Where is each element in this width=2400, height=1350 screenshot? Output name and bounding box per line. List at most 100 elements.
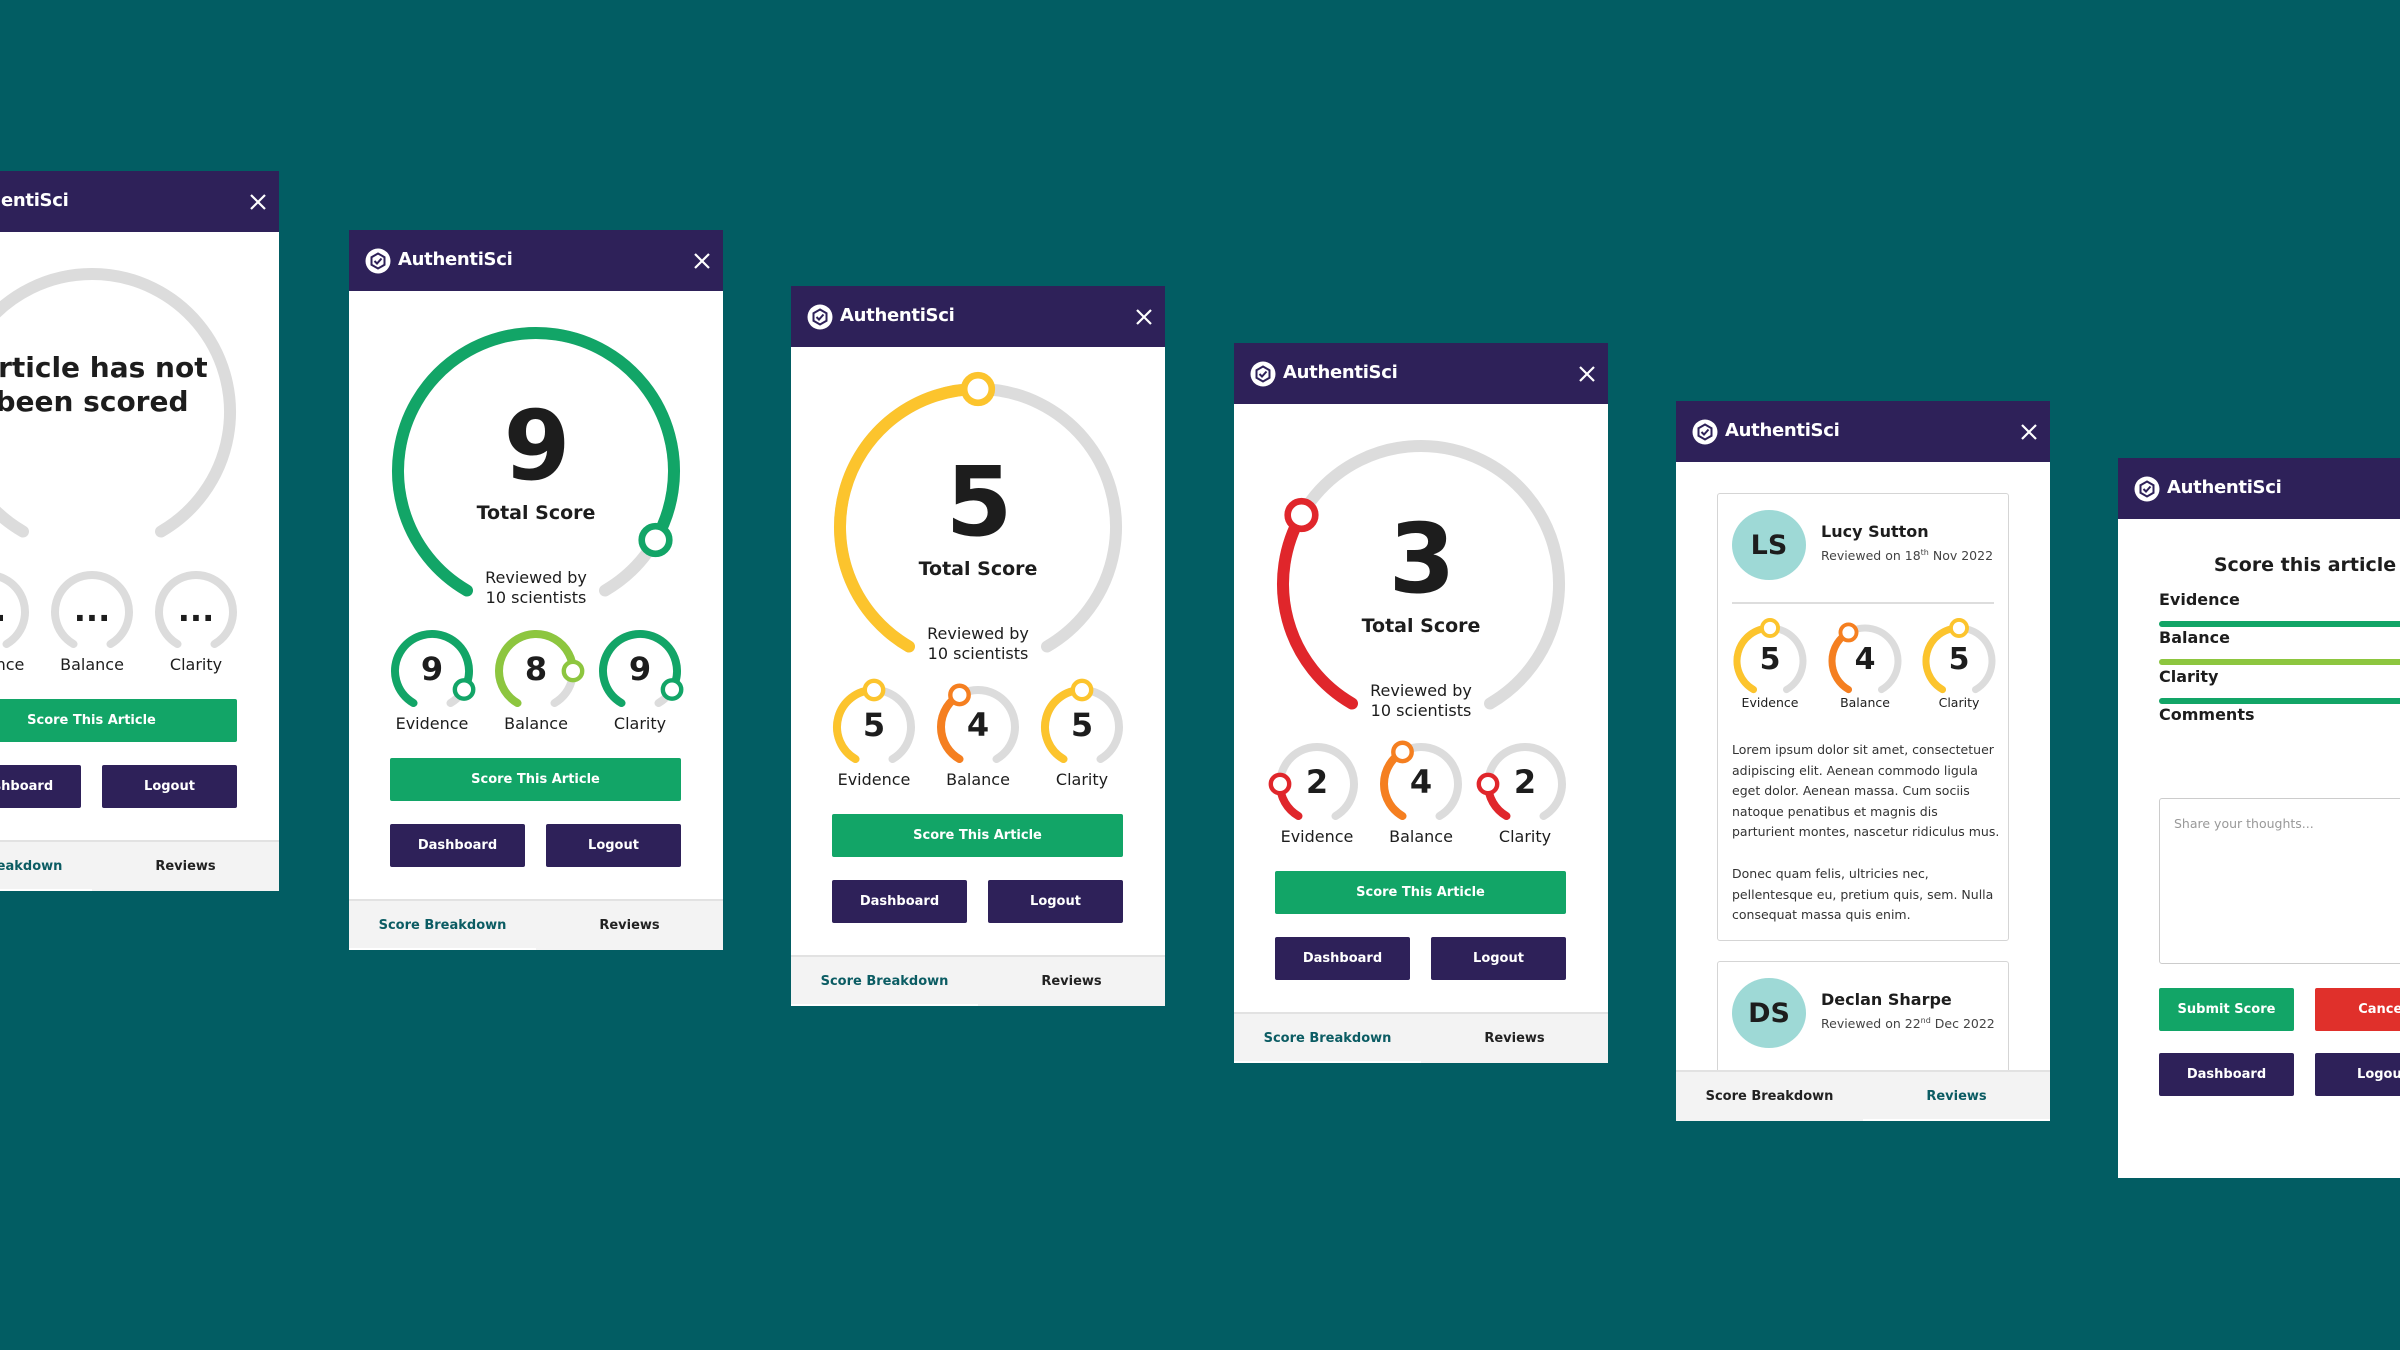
avatar: DS (1732, 978, 1806, 1048)
logout-button[interactable]: Logout (988, 880, 1123, 923)
dashboard-button[interactable]: Dashboard (0, 765, 81, 808)
close-icon[interactable] (1576, 363, 1598, 385)
criterion-score: ... (73, 591, 111, 630)
review-comment: Lorem ipsum dolor sit amet, consectetuer… (1732, 742, 2000, 839)
criterion-label: Balance (1389, 827, 1453, 846)
cancel-button[interactable]: Cancel (2315, 988, 2400, 1031)
logout-button[interactable]: Logout (2315, 1053, 2400, 1096)
unscored-message: Article has not (0, 351, 208, 384)
tab-reviews[interactable]: Reviews (978, 957, 1165, 1006)
gauge-knob (1070, 678, 1094, 702)
footer-tabs: Score BreakdownReviews (791, 955, 1165, 1006)
criterion-label: Evidence (1741, 695, 1799, 710)
gauge-knob (660, 678, 684, 701)
criterion-score: 4 (1854, 641, 1876, 677)
criterion-score: 4 (1409, 763, 1433, 802)
criterion-label: Evidence (395, 714, 469, 733)
score-article-button[interactable]: Score This Article (390, 758, 681, 801)
close-icon[interactable] (247, 191, 269, 213)
total-score-label: Total Score (1361, 615, 1481, 637)
form-title: Score this article (2213, 554, 2397, 576)
hexagon-check-icon (1250, 361, 1276, 387)
total-score-value: 5 (945, 446, 1013, 558)
review-divider (1732, 602, 1994, 604)
active-tab-indicator (791, 1004, 978, 1006)
close-icon[interactable] (2018, 421, 2040, 443)
criterion-score: ... (0, 594, 6, 626)
hexagon-check-icon (807, 304, 833, 330)
app-name: AuthentiSci (1283, 362, 1398, 383)
comments-placeholder: Share your thoughts... (2174, 816, 2314, 831)
criterion-score: 5 (1070, 706, 1094, 745)
slider-fill (2159, 698, 2400, 704)
criterion-label: Clarity (1498, 827, 1552, 846)
criterion-label: Clarity (613, 714, 667, 733)
gauge-knob (948, 683, 971, 707)
submit-score-button[interactable]: Submit Score (2159, 988, 2294, 1031)
criterion-label: Evidence (837, 770, 911, 789)
panel-score: AuthentiSci 3 Total Score Reviewed by 10 sci… (1234, 343, 1608, 1063)
score-article-button[interactable]: Score This Article (1275, 871, 1566, 914)
panel-header: AuthentiSci (791, 286, 1165, 347)
score-article-button[interactable]: Score This Article (832, 814, 1123, 857)
gauge-knob (452, 678, 476, 701)
criterion-label: Evidence (0, 655, 25, 674)
close-icon[interactable] (691, 250, 713, 272)
panel-reviews: AuthentiSci LS Lucy Sutton Reviewed on 18th… (1676, 401, 2050, 1121)
tab-score-breakdown[interactable]: Score Breakdown (349, 901, 536, 950)
total-score-value: 9 (503, 390, 571, 502)
footer-tabs: Score BreakdownReviews (1676, 1070, 2050, 1121)
criterion-label: Balance (60, 655, 124, 674)
criterion-label: Balance (946, 770, 1010, 789)
close-icon[interactable] (1133, 306, 1155, 328)
dashboard-button[interactable]: Dashboard (1275, 937, 1410, 980)
panel-header: AuthentiSci (0, 171, 279, 232)
tab-reviews[interactable]: Reviews (1863, 1072, 2050, 1121)
panel-form: AuthentiSci Score this article Evidence Bal… (2118, 458, 2400, 1178)
logout-button[interactable]: Logout (546, 824, 681, 867)
criterion-score: 9 (420, 650, 444, 689)
tab-reviews[interactable]: Reviews (1421, 1014, 1608, 1063)
criterion-score: 5 (1759, 641, 1781, 677)
reviewer-count: 10 scientists (485, 588, 587, 607)
gauge-knob (638, 522, 673, 558)
reviewer-count: Reviewed by (927, 624, 1029, 643)
criterion-label: Clarity (1055, 770, 1109, 789)
comments-input[interactable]: Share your thoughts... (2159, 798, 2400, 964)
review-card: LS Lucy Sutton Reviewed on 18th Nov 2022 5 E… (1717, 493, 2009, 941)
tab-score-breakdown[interactable]: Score Breakdown (791, 957, 978, 1006)
comments-label: Comments (2159, 705, 2255, 724)
slider-label-balance: Balance (2159, 628, 2230, 647)
gauge-fill (1277, 509, 1358, 710)
tab-score-breakdown[interactable]: Score Breakdown (0, 842, 92, 891)
dashboard-button[interactable]: Dashboard (390, 824, 525, 867)
reviewer-name: Lucy Sutton (1821, 522, 1929, 541)
score-article-button[interactable]: Score This Article (0, 699, 237, 742)
active-tab-indicator (349, 948, 536, 950)
slider-fill (2159, 621, 2400, 627)
active-tab-indicator (1863, 1119, 2050, 1121)
logout-button[interactable]: Logout (102, 765, 237, 808)
panel-header: AuthentiSci (1676, 401, 2050, 462)
tab-score-breakdown[interactable]: Score Breakdown (1234, 1014, 1421, 1063)
app-name: AuthentiSci (1725, 420, 1840, 441)
gauge-knob (862, 678, 886, 702)
criterion-label: Balance (504, 714, 568, 733)
tab-score-breakdown[interactable]: Score Breakdown (1676, 1072, 1863, 1121)
footer-tabs: Score BreakdownReviews (349, 899, 723, 950)
footer-tabs: Score BreakdownReviews (1234, 1012, 1608, 1063)
logout-button[interactable]: Logout (1431, 937, 1566, 980)
total-score-value: 3 (1388, 503, 1456, 615)
gauge-knob (1476, 772, 1500, 796)
hexagon-check-icon (365, 248, 391, 274)
criterion-score: 5 (862, 706, 886, 745)
gauge-knob (960, 371, 996, 407)
tab-reviews[interactable]: Reviews (92, 842, 279, 891)
tab-reviews[interactable]: Reviews (536, 901, 723, 950)
unscored-message: been scored (0, 385, 189, 418)
app-name: AuthentiSci (398, 249, 513, 270)
review-date-suffix-ordinal: nd (1920, 1016, 1931, 1025)
dashboard-button[interactable]: Dashboard (2159, 1053, 2294, 1096)
dashboard-button[interactable]: Dashboard (832, 880, 967, 923)
reviewer-count: 10 scientists (1370, 701, 1472, 720)
